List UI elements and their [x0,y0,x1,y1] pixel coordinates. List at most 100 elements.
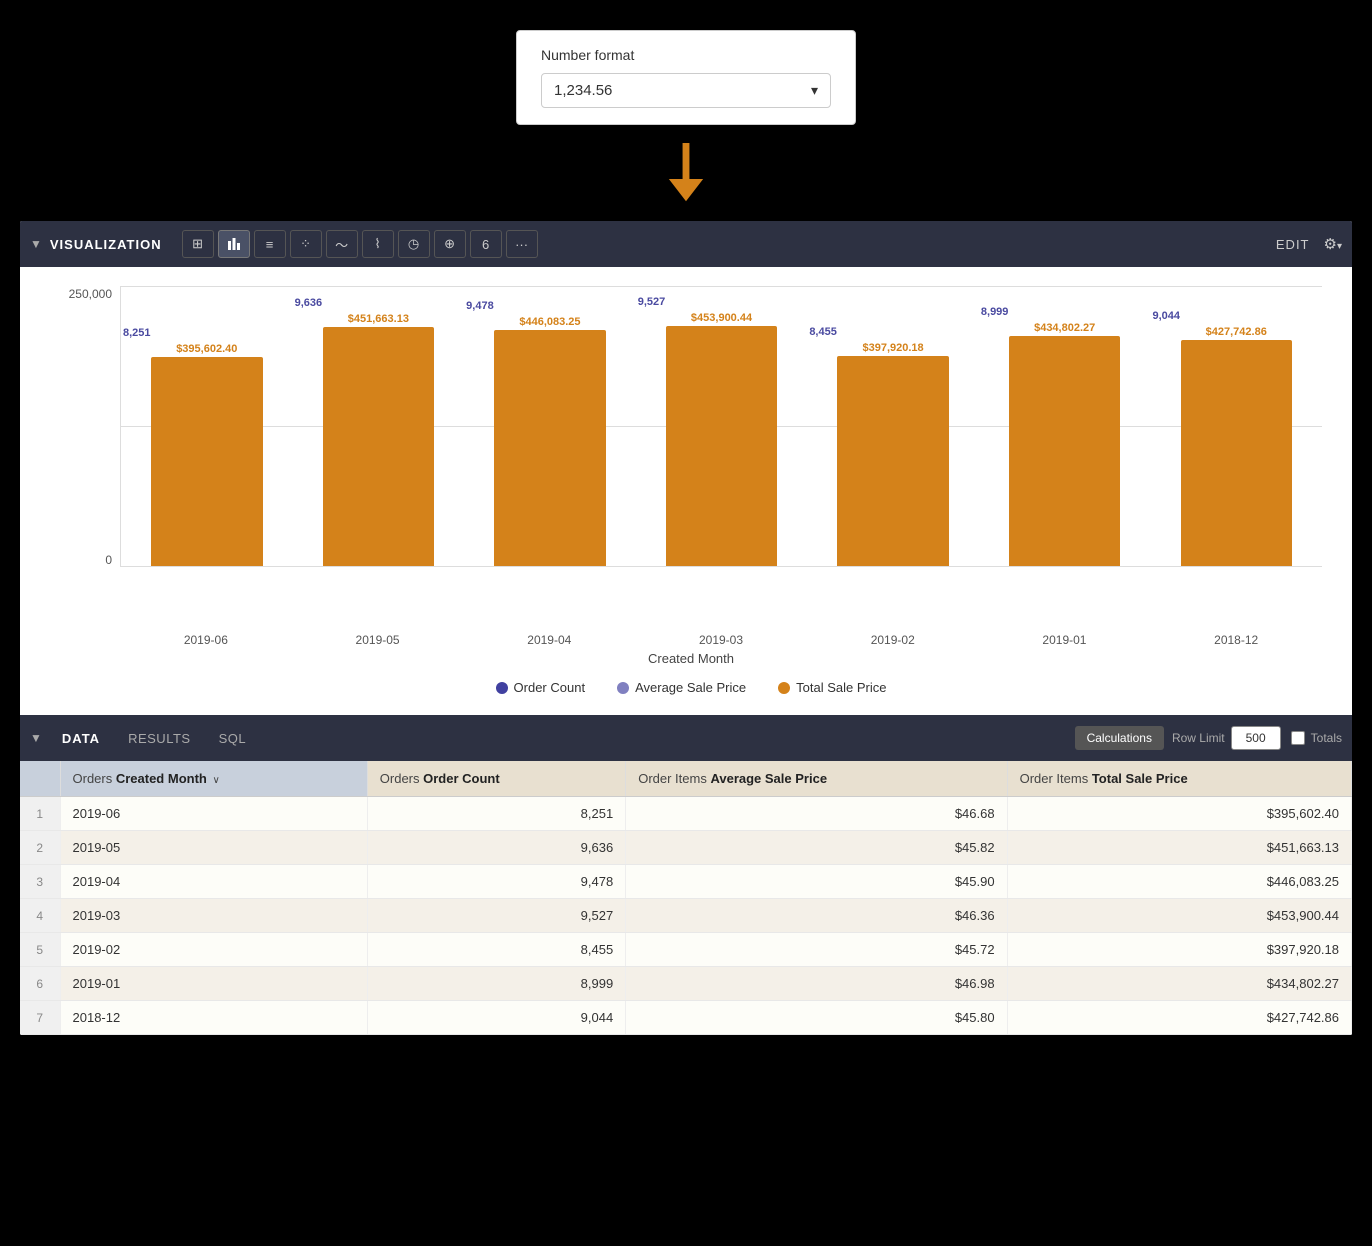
row-limit-input[interactable] [1231,726,1281,750]
x-axis: 2019-062019-052019-042019-032019-022019-… [120,633,1322,647]
bar-count-label: 9,478 [466,300,494,312]
area-tool-btn[interactable]: ⌇ [362,230,394,258]
legend-dot-avg-sale-price [617,682,629,694]
row-num: 5 [20,933,60,967]
cell-month: 2019-03 [60,899,367,933]
bar-orange [151,357,263,566]
legend-label-total-sale-price: Total Sale Price [796,680,886,695]
x-axis-label: 2019-03 [635,633,807,647]
bar-value-label: $397,920.18 [863,342,924,354]
chart-container: 250,000 0 $395,602.40 8,251 $451,663.13 9,6… [60,287,1322,627]
totals-text: Totals [1311,731,1342,745]
gear-button[interactable]: ⚙▾ [1324,235,1342,253]
top-section: Number format 1,234.56 ▾ [0,0,1372,221]
chart-area: 250,000 0 $395,602.40 8,251 $451,663.13 9,6… [20,267,1352,715]
number-format-select[interactable]: 1,234.56 ▾ [541,73,831,108]
cell-count: 9,527 [367,899,625,933]
row-num: 1 [20,797,60,831]
table-row: 1 2019-06 8,251 $46.68 $395,602.40 [20,797,1352,831]
number-format-label: Number format [541,47,831,63]
number-format-card: Number format 1,234.56 ▾ [516,30,856,125]
col-header-month[interactable]: Orders Created Month ∨ [60,761,367,797]
totals-checkbox[interactable] [1291,731,1305,745]
cell-count: 8,455 [367,933,625,967]
bar-chart-tool-btn[interactable] [218,230,250,258]
bar-value-label: $446,083.25 [519,316,580,328]
main-panel: ▼ VISUALIZATION ⊞ ≡ ⁘ 〜 ⌇ ◷ ⊕ 6 ··· EDIT… [20,221,1352,1035]
line-tool-btn[interactable]: 〜 [326,230,358,258]
x-axis-label: 2019-01 [979,633,1151,647]
cell-total-price: $427,742.86 [1007,1001,1351,1035]
bar-value-label: $395,602.40 [176,343,237,355]
bar-count-label: 9,636 [295,297,323,309]
bar-orange [666,326,778,566]
cell-total-price: $446,083.25 [1007,865,1351,899]
cell-month: 2019-01 [60,967,367,1001]
clock-tool-btn[interactable]: ◷ [398,230,430,258]
edit-button[interactable]: EDIT [1276,237,1310,252]
cell-total-price: $397,920.18 [1007,933,1351,967]
bar-value-label: $434,802.27 [1034,322,1095,334]
cell-count: 9,636 [367,831,625,865]
tab-results[interactable]: RESULTS [114,727,205,750]
chart-legend: Order Count Average Sale Price Total Sal… [60,680,1322,695]
cell-total-price: $451,663.13 [1007,831,1351,865]
y-axis: 250,000 0 [60,287,120,567]
number-tool-btn[interactable]: 6 [470,230,502,258]
data-table: Orders Created Month ∨ Orders Order Coun… [20,761,1352,1035]
cell-avg-price: $46.98 [626,967,1007,1001]
bar-group: $427,742.869,044 [1150,287,1322,566]
row-num: 3 [20,865,60,899]
totals-label: Totals [1291,731,1342,745]
bar-count-label: 9,527 [638,296,666,308]
legend-label-order-count: Order Count [514,680,586,695]
data-header: ▼ DATA RESULTS SQL Calculations Row Limi… [20,715,1352,761]
legend-dot-order-count [496,682,508,694]
cell-month: 2018-12 [60,1001,367,1035]
row-num: 6 [20,967,60,1001]
bar-count-label: 9,044 [1152,310,1180,322]
cell-count: 9,478 [367,865,625,899]
bar-group: $395,602.40 8,251 [121,287,293,566]
list-tool-btn[interactable]: ≡ [254,230,286,258]
legend-avg-sale-price: Average Sale Price [617,680,746,695]
tab-sql[interactable]: SQL [205,727,261,750]
legend-order-count: Order Count [496,680,586,695]
bar-count-label: 8,251 [123,327,151,339]
cell-count: 8,999 [367,967,625,1001]
cell-avg-price: $45.72 [626,933,1007,967]
row-limit-label: Row Limit [1172,731,1225,745]
bar-group: $451,663.13 9,636 [293,287,465,566]
bar-count-label: 8,455 [809,326,837,338]
bar-value-label: $451,663.13 [348,313,409,325]
x-axis-title: Created Month [60,651,1322,666]
bar-orange [323,327,435,566]
cell-avg-price: $46.36 [626,899,1007,933]
bar-orange [1181,340,1293,566]
col-header-total-price: Order Items Total Sale Price [1007,761,1351,797]
cell-month: 2019-02 [60,933,367,967]
bar-value-label: $453,900.44 [691,312,752,324]
legend-total-sale-price: Total Sale Price [778,680,886,695]
x-axis-label: 2019-04 [463,633,635,647]
number-format-value: 1,234.56 [554,82,612,99]
table-row: 4 2019-03 9,527 $46.36 $453,900.44 [20,899,1352,933]
map-tool-btn[interactable]: ⊕ [434,230,466,258]
scatter-tool-btn[interactable]: ⁘ [290,230,322,258]
table-row: 5 2019-02 8,455 $45.72 $397,920.18 [20,933,1352,967]
data-collapse-icon[interactable]: ▼ [30,731,42,745]
orange-arrow [666,143,706,203]
bar-orange [494,330,606,566]
table-tool-btn[interactable]: ⊞ [182,230,214,258]
table-row: 3 2019-04 9,478 $45.90 $446,083.25 [20,865,1352,899]
bar-group: $434,802.278,999 [979,287,1151,566]
calculations-button[interactable]: Calculations [1075,726,1164,750]
row-num: 4 [20,899,60,933]
viz-title: VISUALIZATION [50,237,162,252]
cell-avg-price: $45.80 [626,1001,1007,1035]
bars-section: $395,602.40 8,251 $451,663.13 9,636 $446,083… [120,287,1322,567]
collapse-icon[interactable]: ▼ [30,237,42,251]
more-tool-btn[interactable]: ··· [506,230,538,258]
y-label-250k: 250,000 [69,287,112,301]
table-row: 6 2019-01 8,999 $46.98 $434,802.27 [20,967,1352,1001]
